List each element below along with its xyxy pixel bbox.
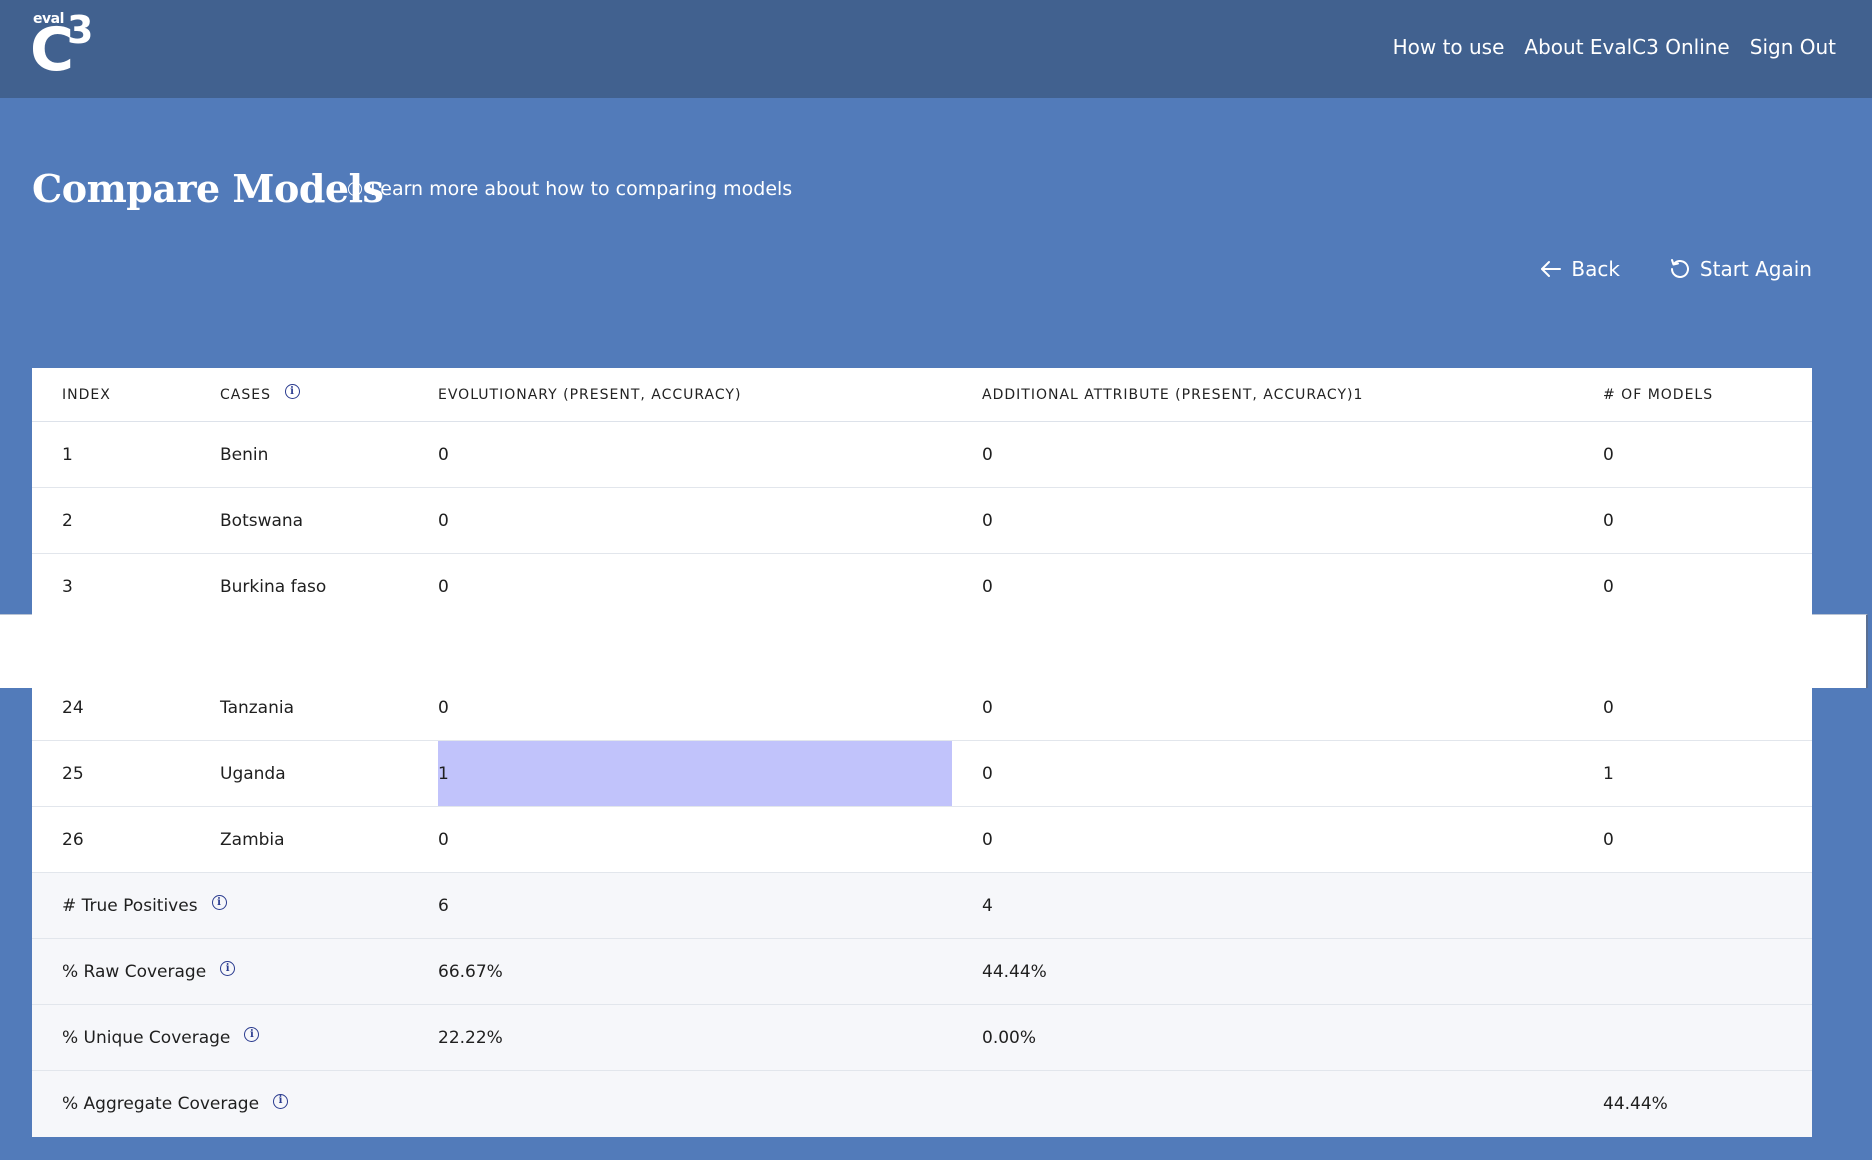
summary-row-aggregate-coverage: % Aggregate Coverage i 44.44% (32, 1071, 1812, 1137)
summary-label-cell: % Raw Coverage i (62, 939, 236, 1004)
row-models: 0 (1603, 577, 1614, 597)
top-nav: How to use About EvalC3 Online Sign Out (1393, 32, 1836, 62)
row-case: Burkina faso (220, 577, 327, 597)
summary-additional: 44.44% (982, 961, 1047, 982)
row-index: 2 (62, 510, 73, 531)
row-additional: 0 (982, 763, 993, 784)
row-evolutionary: 1 (438, 763, 449, 784)
row-additional: 0 (982, 697, 993, 718)
header-additional-attribute: ADDITIONAL ATTRIBUTE (PRESENT, ACCURACY)… (982, 386, 1364, 403)
row-models: 0 (1603, 444, 1614, 465)
header-cases-label: CASES (220, 386, 271, 403)
learn-more-label: Learn more about how to comparing models (370, 178, 793, 200)
summary-label: % Unique Coverage (62, 1027, 231, 1048)
row-case: Botswana (220, 510, 304, 531)
summary-evolutionary: 66.67% (438, 961, 503, 982)
logo-superscript: 3 (67, 8, 94, 52)
summary-row-unique-coverage: % Unique Coverage i 22.22% 0.00% (32, 1005, 1812, 1071)
row-case: Tanzania (220, 697, 295, 718)
summary-row-raw-coverage: % Raw Coverage i 66.67% 44.44% (32, 939, 1812, 1005)
table-row: 26 Zambia 0 0 0 (32, 807, 1812, 873)
table-row: 3 Burkina faso 0 0 0 (32, 554, 1812, 620)
row-additional: 0 (982, 577, 993, 597)
aggregate-coverage-info-icon[interactable]: i (273, 1093, 289, 1109)
row-evolutionary: 0 (438, 510, 449, 531)
row-evolutionary: 0 (438, 444, 449, 465)
table-gap (32, 620, 1812, 675)
cases-info-icon[interactable]: i (284, 384, 300, 399)
arrow-left-icon (1541, 261, 1562, 277)
page-title: Compare Models (32, 166, 384, 211)
start-again-button[interactable]: Start Again (1668, 254, 1812, 284)
row-additional: 0 (982, 444, 993, 465)
table-row: 24 Tanzania 0 0 0 (32, 675, 1812, 741)
nav-how-to-use[interactable]: How to use (1393, 32, 1505, 62)
row-index: 24 (62, 697, 84, 718)
row-models: 0 (1603, 510, 1614, 531)
table-row: 1 Benin 0 0 0 (32, 422, 1812, 488)
highlighted-cell (438, 741, 952, 806)
row-models: 0 (1603, 829, 1614, 850)
row-models: 0 (1603, 697, 1614, 718)
row-index: 3 (62, 577, 73, 597)
raw-coverage-info-icon[interactable]: i (220, 961, 236, 976)
summary-label: % Aggregate Coverage (62, 1094, 260, 1114)
row-index: 25 (62, 763, 84, 784)
summary-label: # True Positives (62, 895, 198, 916)
summary-label-cell: % Unique Coverage i (62, 1005, 260, 1070)
learn-more-link[interactable]: i Learn more about how to comparing mode… (348, 176, 792, 202)
row-case: Uganda (220, 763, 286, 784)
summary-label: % Raw Coverage (62, 961, 207, 982)
summary-models: 44.44% (1603, 1094, 1668, 1114)
table-header-row: INDEX CASES i EVOLUTIONARY (PRESENT, ACC… (32, 368, 1812, 422)
summary-evolutionary: 6 (438, 895, 449, 916)
top-bar: eval C 3 How to use About EvalC3 Online … (0, 0, 1872, 98)
nav-about[interactable]: About EvalC3 Online (1524, 32, 1729, 62)
header-evolutionary: EVOLUTIONARY (PRESENT, ACCURACY) (438, 386, 742, 403)
unique-coverage-info-icon[interactable]: i (244, 1027, 260, 1042)
summary-additional: 0.00% (982, 1027, 1037, 1048)
evalc3-logo[interactable]: eval C 3 (30, 8, 110, 85)
back-label: Back (1571, 257, 1620, 281)
true-positives-info-icon[interactable]: i (211, 895, 227, 910)
row-index: 1 (62, 444, 73, 465)
header-num-models: # OF MODELS (1603, 386, 1714, 403)
summary-row-true-positives: # True Positives i 6 4 (32, 873, 1812, 939)
row-case: Zambia (220, 829, 285, 850)
summary-additional: 4 (982, 895, 993, 916)
restart-icon (1670, 259, 1689, 278)
row-case: Benin (220, 444, 269, 465)
header-index: INDEX (62, 386, 111, 403)
row-index: 26 (62, 829, 84, 850)
start-again-label: Start Again (1699, 257, 1812, 281)
table-row: 25 Uganda 1 0 1 (32, 741, 1812, 807)
table-row: 2 Botswana 0 0 0 (32, 488, 1812, 554)
row-evolutionary: 0 (438, 577, 449, 597)
row-additional: 0 (982, 829, 993, 850)
back-button[interactable]: Back (1539, 254, 1620, 284)
page-actions: Back Start Again (1539, 254, 1812, 284)
summary-label-cell: # True Positives i (62, 873, 227, 938)
header-cases: CASES i (220, 368, 300, 421)
summary-evolutionary: 22.22% (438, 1027, 503, 1048)
row-models: 1 (1603, 763, 1614, 784)
comparison-table: INDEX CASES i EVOLUTIONARY (PRESENT, ACC… (32, 368, 1812, 1137)
nav-sign-out[interactable]: Sign Out (1750, 32, 1836, 62)
info-icon: i (348, 182, 362, 196)
row-evolutionary: 0 (438, 697, 449, 718)
row-additional: 0 (982, 510, 993, 531)
summary-label-cell: % Aggregate Coverage i (62, 1071, 289, 1137)
row-evolutionary: 0 (438, 829, 449, 850)
